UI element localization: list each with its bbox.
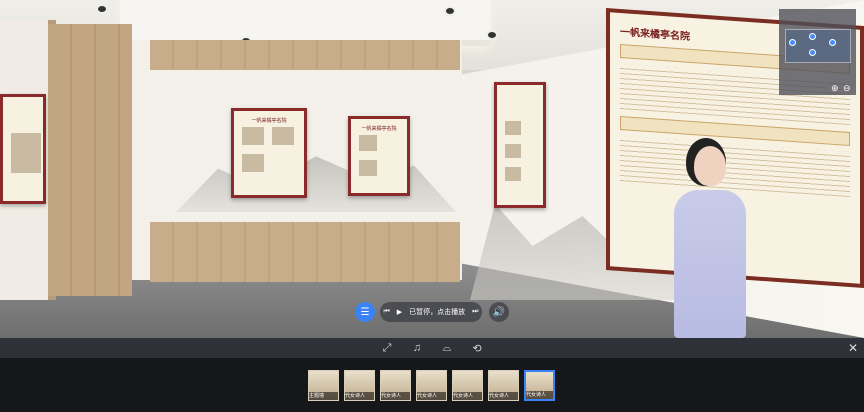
exhibit-poster[interactable]: 一帆来橘亭名院 [231, 108, 307, 198]
scene-thumbnail-strip: 主题墙 代女诗人 代女诗人 代女诗人 代女诗人 代女诗人 代女诗人 [0, 358, 864, 412]
poster-image [359, 135, 377, 151]
thumbnail-label: 代女诗人 [526, 391, 553, 399]
playlist-icon: ☰ [360, 306, 370, 318]
avatar-head [694, 146, 726, 186]
playlist-button[interactable]: ☰ [355, 302, 375, 322]
avatar-body [674, 190, 746, 338]
minimap-hotspot[interactable] [809, 33, 816, 40]
poster-title: 一帆来橘亭名院 [251, 118, 287, 124]
playback-controls: ⏮ ▶ 已暂停，点击播放 ⏭ [380, 302, 482, 322]
vr-panorama-view[interactable]: 一帆来橘亭名院 一帆来橘亭名院 一帆来橘亭名院 ☰ ⏮ ▶ 已暂停，点击播放 ⏭ [0, 0, 864, 338]
scene-thumbnail[interactable]: 代女诗人 [452, 370, 483, 401]
sound-button[interactable]: 🔊 [489, 302, 509, 322]
virtual-guide-avatar[interactable] [656, 140, 764, 338]
scene-thumbnail-active[interactable]: 代女诗人 [524, 370, 555, 401]
thumbnail-label: 代女诗人 [453, 392, 482, 400]
bottom-toolbar: ⤢ ♫ ⌓ ⟲ ✕ [0, 338, 864, 358]
scene-thumbnail[interactable]: 主题墙 [308, 370, 339, 401]
minimap-hotspot[interactable] [809, 49, 816, 56]
close-icon[interactable]: ✕ [848, 338, 858, 358]
minimap-floorplan [785, 29, 851, 63]
next-track-icon[interactable]: ⏭ [472, 308, 478, 316]
wood-panel [150, 222, 460, 282]
ceiling-light [486, 30, 498, 40]
thumbnail-label: 代女诗人 [381, 392, 410, 400]
poster-image [272, 127, 295, 145]
wood-column [48, 24, 132, 296]
exhibit-poster[interactable] [0, 94, 46, 204]
zoom-in-icon[interactable]: ⊕ [831, 83, 839, 94]
vr-glasses-icon[interactable]: ⌓ [440, 341, 454, 355]
poster-image [359, 160, 377, 176]
scene-thumbnail[interactable]: 代女诗人 [416, 370, 447, 401]
thumbnail-label: 主题墙 [309, 392, 338, 400]
thumbnail-label: 代女诗人 [417, 392, 446, 400]
minimap[interactable]: ⊕ ⊖ [779, 9, 856, 95]
prev-track-icon[interactable]: ⏮ [383, 308, 389, 316]
poster-image [505, 121, 521, 135]
poster-image [760, 193, 806, 236]
thumbnail-label: 代女诗人 [489, 392, 518, 400]
poster-title: 一帆来橘亭名院 [361, 126, 397, 132]
poster-image [11, 133, 41, 173]
exhibit-poster[interactable] [494, 82, 546, 208]
poster-image [242, 127, 264, 145]
thumbnail-label: 代女诗人 [345, 392, 374, 400]
scene-thumbnail[interactable]: 代女诗人 [488, 370, 519, 401]
minimap-hotspot[interactable] [829, 39, 836, 46]
zoom-out-icon[interactable]: ⊖ [843, 83, 851, 94]
scene-thumbnail[interactable]: 代女诗人 [380, 370, 411, 401]
poster-image [505, 144, 521, 158]
minimap-hotspot[interactable] [789, 39, 796, 46]
music-icon[interactable]: ♫ [410, 341, 424, 355]
ceiling-light [96, 4, 108, 14]
ceiling-light [444, 6, 456, 16]
scene-thumbnail[interactable]: 代女诗人 [344, 370, 375, 401]
play-icon[interactable]: ▶ [397, 308, 402, 316]
gyroscope-icon[interactable]: ⟲ [470, 341, 484, 355]
wood-panel [150, 40, 460, 70]
poster-image [242, 154, 264, 172]
fullscreen-icon[interactable]: ⤢ [380, 341, 394, 355]
poster-image [716, 90, 756, 133]
exhibit-poster[interactable]: 一帆来橘亭名院 [348, 116, 410, 196]
playback-status[interactable]: 已暂停，点击播放 [409, 307, 465, 317]
speaker-icon: 🔊 [492, 306, 506, 318]
poster-image [505, 167, 521, 181]
